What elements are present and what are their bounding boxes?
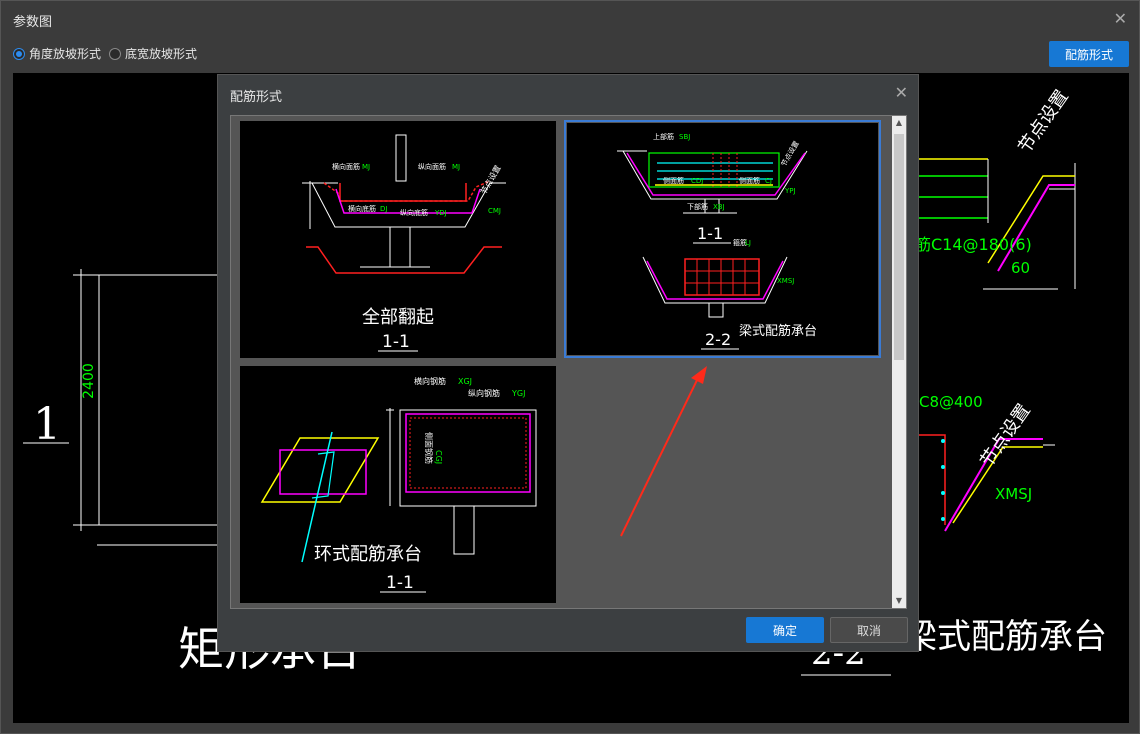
beam-type-drawing: 上部筋 SBJ 侧面筋 CDJ 侧面筋 CJ 下部筋 XBJ 箍筋 LJ 节点设…: [617, 132, 817, 350]
label-a-code: MJ: [362, 163, 370, 171]
vertical-scrollbar[interactable]: ▲ ▼: [892, 116, 906, 608]
section-top: 1-1: [697, 224, 723, 243]
close-icon[interactable]: ✕: [1114, 9, 1127, 28]
rebar-form-button[interactable]: 配筋形式: [1049, 41, 1129, 67]
label-a: 横向面筋: [332, 162, 360, 171]
option-ring-type-rebar-cap[interactable]: 横向钢筋 XGJ 纵向钢筋 YGJ 侧面钢筋 CGJ 环式配筋承台 1-1: [240, 366, 556, 603]
option-name: 环式配筋承台: [314, 544, 422, 565]
slope-form-radio-group: 角度放坡形式 底宽放坡形式: [13, 45, 205, 62]
label-d: 纵向底筋: [400, 208, 428, 217]
section-label: 1-1: [382, 332, 410, 352]
label-a: 横向钢筋: [414, 376, 446, 386]
window-title: 参数图: [13, 15, 53, 30]
dialog-title: 配筋形式: [230, 90, 283, 105]
cancel-button[interactable]: 取消: [830, 617, 908, 643]
label-b-code: YGJ: [511, 389, 525, 398]
label-c-code: CGJ: [434, 450, 443, 464]
ok-button[interactable]: 确定: [746, 617, 824, 643]
option-all-bent-up[interactable]: 横向面筋 MJ 纵向面筋 MJ 横向底筋 DJ 纵向底筋 YDJ CMJ 节点设…: [240, 121, 556, 358]
label-b: 侧面筋: [663, 176, 684, 185]
xmsj-label: XMSJ: [995, 485, 1033, 503]
option-beam-type-rebar-cap[interactable]: 上部筋 SBJ 侧面筋 CDJ 侧面筋 CJ 下部筋 XBJ 箍筋 LJ 节点设…: [564, 120, 881, 358]
all-bent-up-drawing: 横向面筋 MJ 纵向面筋 MJ 横向底筋 DJ 纵向底筋 YDJ CMJ 节点设…: [302, 134, 506, 352]
dimension-2400: 2400: [80, 363, 97, 399]
label-c: 侧面钢筋: [424, 432, 434, 464]
angle-60-label: 60: [1011, 259, 1031, 277]
label-d-code: XBJ: [713, 203, 725, 211]
label-d: 下部筋: [687, 202, 708, 211]
radio-unselected-icon: [109, 47, 122, 60]
label-b-code: CDJ: [691, 177, 703, 185]
label-c-code: DJ: [380, 205, 387, 213]
radio-selected-icon: [13, 47, 25, 60]
option-name: 梁式配筋承台: [739, 323, 817, 339]
rebar-c8-label: C8@400: [919, 393, 983, 411]
scroll-up-icon[interactable]: ▲: [892, 116, 906, 130]
title-right: 梁式配筋承台: [903, 617, 1107, 657]
dialog-close-icon[interactable]: ✕: [895, 83, 908, 102]
label-b: 纵向面筋: [418, 162, 446, 171]
radio-angle-slope[interactable]: 角度放坡形式: [13, 45, 101, 62]
section-bottom: 2-2: [705, 330, 731, 349]
label-e-code: LJ: [745, 239, 751, 247]
section-label-1: 1: [33, 399, 61, 450]
label-c-code: CJ: [765, 177, 772, 185]
rebar-form-options: 横向面筋 MJ 纵向面筋 MJ 横向底筋 DJ 纵向底筋 YDJ CMJ 节点设…: [230, 115, 907, 609]
label-a: 上部筋: [653, 132, 674, 141]
label-b: 纵向钢筋: [468, 388, 500, 398]
section-label: 1-1: [386, 573, 414, 593]
radio-label: 底宽放坡形式: [125, 47, 198, 61]
parameter-window: 参数图 ✕ 角度放坡形式 底宽放坡形式 配筋形式 2400 1 节点设置 筋C1…: [0, 0, 1140, 734]
label-d-code: YDJ: [434, 209, 447, 217]
radio-bottom-width-slope[interactable]: 底宽放坡形式: [109, 45, 197, 62]
label-a-code: SBJ: [679, 133, 690, 141]
title-bar: 参数图 ✕: [1, 1, 1139, 37]
option-name: 全部翻起: [362, 307, 434, 328]
label-f: CMJ: [488, 207, 501, 215]
label-a-code: XGJ: [458, 377, 472, 386]
annotation-arrow: [620, 366, 707, 537]
label-c: 侧面筋: [739, 176, 760, 185]
radio-label: 角度放坡形式: [29, 47, 102, 61]
label-g: YPJ: [784, 187, 796, 195]
label-c: 横向底筋: [348, 204, 376, 213]
scrollbar-thumb[interactable]: [894, 134, 904, 360]
rebar-c14-label: 筋C14@180(6): [915, 235, 1032, 254]
scroll-down-icon[interactable]: ▼: [892, 594, 906, 608]
label-h: XMSJ: [777, 277, 794, 285]
label-e: 节点设置: [478, 163, 503, 196]
rebar-form-dialog: 配筋形式 ✕ 横向面筋 MJ 纵向面筋 MJ 横向底筋 DJ 纵向底筋 YDJ …: [217, 74, 919, 652]
ring-type-drawing: 横向钢筋 XGJ 纵向钢筋 YGJ 侧面钢筋 CGJ 环式配筋承台 1-1: [260, 376, 537, 593]
label-b-code: MJ: [452, 163, 460, 171]
